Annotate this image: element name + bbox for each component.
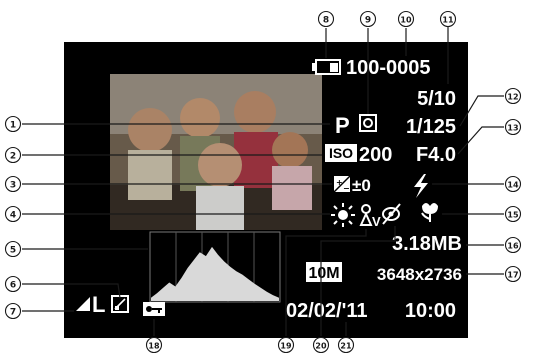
callout-7: 7	[4, 302, 22, 320]
callout-1: 1	[4, 115, 22, 133]
recording-pixels-label: 10M	[308, 265, 339, 282]
callout-19: 19	[277, 336, 295, 354]
callout-16: 16	[504, 236, 522, 254]
callout-20: 20	[312, 336, 330, 354]
svg-text:7: 7	[10, 308, 16, 318]
quality-letter: L	[92, 292, 105, 317]
svg-text:17: 17	[507, 271, 518, 280]
svg-text:4: 4	[10, 211, 16, 221]
svg-text:1: 1	[10, 121, 16, 131]
exposure-compensation-icon: + −	[333, 175, 351, 193]
svg-text:+: +	[336, 178, 343, 187]
time: 10:00	[405, 300, 456, 322]
callout-12: 12	[504, 87, 522, 105]
svg-text:−: −	[343, 184, 350, 193]
callout-21: 21	[337, 336, 355, 354]
svg-text:11: 11	[442, 16, 454, 25]
histogram	[149, 231, 281, 303]
callout-4: 4	[4, 205, 22, 223]
svg-text:16: 16	[507, 242, 519, 251]
svg-text:15: 15	[507, 211, 519, 220]
callout-11: 11	[439, 10, 457, 28]
svg-text:8: 8	[323, 16, 329, 26]
callout-3: 3	[4, 175, 22, 193]
svg-text:9: 9	[365, 16, 371, 26]
photo-thumbnail	[110, 74, 322, 230]
my-colors-letter: V	[372, 214, 381, 229]
svg-text:20: 20	[315, 342, 327, 351]
recording-pixels-badge: 10M	[306, 262, 342, 282]
callout-6: 6	[4, 275, 22, 293]
white-balance-icon	[331, 203, 355, 227]
iso-label: ISO	[329, 145, 353, 161]
shutter-speed: 1/125	[406, 116, 456, 138]
svg-text:13: 13	[507, 124, 518, 133]
resolution: 3648x2736	[377, 265, 462, 284]
svg-text:6: 6	[10, 281, 16, 291]
shooting-mode: P	[335, 113, 350, 138]
iso-value: 200	[359, 144, 392, 166]
date: 02/02/'11	[286, 300, 368, 322]
svg-text:21: 21	[340, 342, 352, 351]
protect-key-icon	[143, 302, 165, 316]
file-size: 3.18MB	[392, 233, 462, 255]
callout-18: 18	[145, 336, 163, 354]
callout-14: 14	[504, 175, 522, 193]
svg-text:12: 12	[507, 93, 518, 102]
aperture-value: F4.0	[416, 144, 456, 166]
camera-display-diagram: 100-0005 5/10 P 1/125 ISO 200 F4.0 + − ±…	[4, 10, 522, 354]
callout-17: 17	[504, 265, 522, 283]
callout-8: 8	[317, 10, 335, 28]
svg-text:14: 14	[507, 181, 519, 190]
svg-text:5: 5	[10, 246, 16, 256]
callout-15: 15	[504, 205, 522, 223]
svg-text:10: 10	[400, 16, 412, 25]
image-count: 5/10	[417, 88, 456, 110]
svg-text:18: 18	[148, 342, 160, 351]
callout-13: 13	[504, 118, 522, 136]
callout-5: 5	[4, 240, 22, 258]
svg-text:3: 3	[10, 181, 16, 191]
exposure-compensation-value: ±0	[352, 176, 371, 195]
callout-9: 9	[359, 10, 377, 28]
callout-2: 2	[4, 146, 22, 164]
svg-text:19: 19	[280, 342, 292, 351]
svg-text:2: 2	[10, 152, 16, 162]
folder-file-number: 100-0005	[346, 57, 431, 79]
callout-10: 10	[397, 10, 415, 28]
